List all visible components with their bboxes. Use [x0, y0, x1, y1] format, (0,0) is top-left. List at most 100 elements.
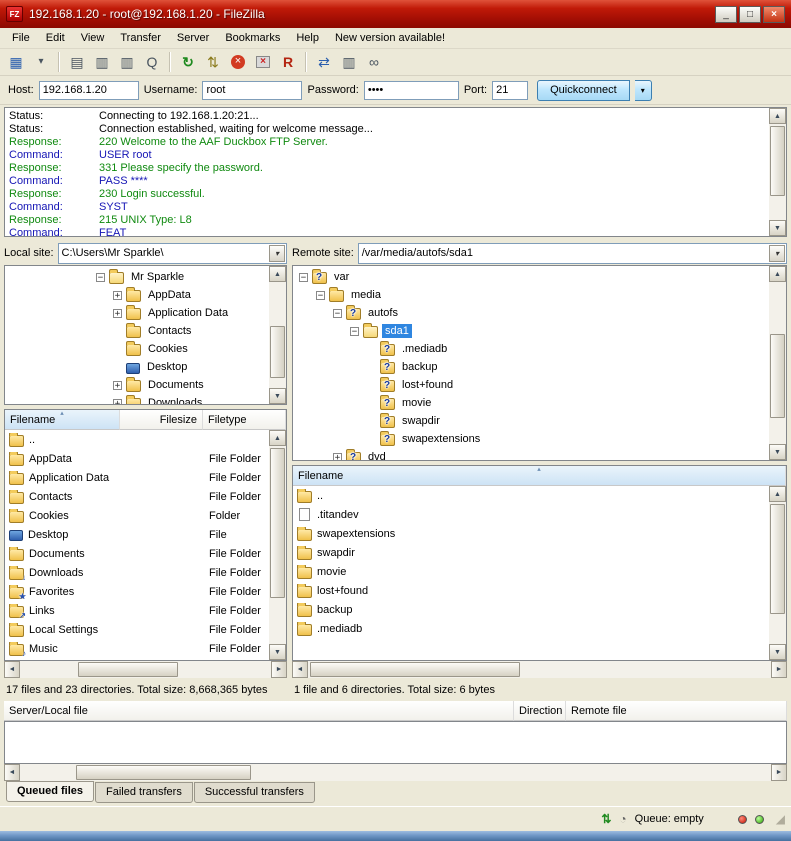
- scrollbar-track[interactable]: [769, 502, 786, 644]
- scroll-up-button[interactable]: ▲: [769, 486, 786, 502]
- username-input[interactable]: [202, 81, 302, 100]
- close-button[interactable]: ×: [763, 6, 785, 23]
- remote-tree-item-dvd[interactable]: +?dvd: [293, 448, 769, 460]
- file-row-desktop[interactable]: DesktopFile: [5, 525, 269, 544]
- scrollbar-thumb[interactable]: [270, 326, 285, 378]
- scrollbar-thumb[interactable]: [310, 662, 520, 677]
- local-tree-scrollbar[interactable]: ▲ ▼: [269, 266, 286, 404]
- toggle-message-log-button[interactable]: ▤: [65, 51, 89, 73]
- synchronized-browsing-button[interactable]: ⇄: [312, 51, 336, 73]
- tree-expander-icon[interactable]: +: [113, 309, 122, 318]
- tree-expander-icon[interactable]: −: [333, 309, 342, 318]
- scroll-left-button[interactable]: ◄: [292, 661, 308, 678]
- resize-grip[interactable]: ◢: [776, 813, 785, 826]
- menu-item-server[interactable]: Server: [169, 30, 217, 46]
- file-row-lost-found[interactable]: lost+found: [293, 581, 769, 600]
- remote-tree-item-backup[interactable]: ?backup: [293, 358, 769, 376]
- local-tree-item-desktop[interactable]: Desktop: [5, 358, 269, 376]
- scroll-down-button[interactable]: ▼: [769, 644, 786, 660]
- file-row-music[interactable]: ♪MusicFile Folder: [5, 639, 269, 658]
- scrollbar-thumb[interactable]: [76, 765, 251, 780]
- remote-tree-item-swapdir[interactable]: ?swapdir: [293, 412, 769, 430]
- tab-failed-transfers[interactable]: Failed transfers: [95, 782, 193, 803]
- file-row-backup[interactable]: backup: [293, 600, 769, 619]
- process-queue-button[interactable]: ⇅: [201, 51, 225, 73]
- menu-item-edit[interactable]: Edit: [38, 30, 73, 46]
- file-row-swapextensions[interactable]: swapextensions: [293, 524, 769, 543]
- column-header-filename[interactable]: Filename: [5, 410, 120, 430]
- scrollbar-thumb[interactable]: [270, 448, 285, 598]
- file-row-links[interactable]: ↗LinksFile Folder: [5, 601, 269, 620]
- scroll-down-button[interactable]: ▼: [269, 388, 286, 404]
- local-tree-item-contacts[interactable]: Contacts: [5, 322, 269, 340]
- tab-successful-transfers[interactable]: Successful transfers: [194, 782, 315, 803]
- reconnect-button[interactable]: R: [276, 51, 300, 73]
- column-header-remote-file[interactable]: Remote file: [566, 701, 787, 721]
- tree-expander-icon[interactable]: +: [333, 453, 342, 461]
- tree-expander-icon[interactable]: −: [350, 327, 359, 336]
- tree-expander-icon[interactable]: +: [113, 399, 122, 405]
- quickconnect-dropdown-button[interactable]: ▾: [635, 80, 652, 101]
- scroll-down-button[interactable]: ▼: [769, 444, 786, 460]
- file-row-item[interactable]: ..: [293, 486, 769, 505]
- find-files-button[interactable]: ∞: [362, 51, 386, 73]
- local-site-dropdown-button[interactable]: ▾: [269, 245, 285, 262]
- column-header-server-local-file[interactable]: Server/Local file: [4, 701, 514, 721]
- toggle-transfer-queue-button[interactable]: Q: [140, 51, 164, 73]
- scrollbar-track[interactable]: [308, 661, 771, 678]
- local-site-combobox[interactable]: C:\Users\Mr Sparkle\ ▾: [58, 243, 287, 264]
- local-tree-item-mr-sparkle[interactable]: −Mr Sparkle: [5, 268, 269, 286]
- file-row-titandev[interactable]: .titandev: [293, 505, 769, 524]
- port-input[interactable]: [492, 81, 528, 100]
- scrollbar-thumb[interactable]: [78, 662, 178, 677]
- refresh-button[interactable]: ↻: [176, 51, 200, 73]
- file-row-cookies[interactable]: CookiesFolder: [5, 506, 269, 525]
- menu-item-file[interactable]: File: [4, 30, 38, 46]
- local-tree-item-cookies[interactable]: Cookies: [5, 340, 269, 358]
- site-manager-dropdown-button[interactable]: ▾: [29, 51, 53, 73]
- tree-expander-icon[interactable]: −: [299, 273, 308, 282]
- remote-tree-item-var[interactable]: −?var: [293, 268, 769, 286]
- local-tree-item-documents[interactable]: +Documents: [5, 376, 269, 394]
- scroll-left-button[interactable]: ◄: [4, 764, 20, 781]
- file-row-favorites[interactable]: ★FavoritesFile Folder: [5, 582, 269, 601]
- file-row-downloads[interactable]: ↓DownloadsFile Folder: [5, 563, 269, 582]
- remote-tree-item-movie[interactable]: ?movie: [293, 394, 769, 412]
- file-row-movie[interactable]: movie: [293, 562, 769, 581]
- file-row-item[interactable]: ..: [5, 430, 269, 449]
- menu-item-transfer[interactable]: Transfer: [112, 30, 169, 46]
- toggle-remote-treeview-button[interactable]: ▥: [115, 51, 139, 73]
- cancel-button[interactable]: ×: [226, 51, 250, 73]
- remote-site-combobox[interactable]: /var/media/autofs/sda1 ▾: [358, 243, 787, 264]
- scrollbar-thumb[interactable]: [770, 334, 785, 418]
- remote-tree-item-media[interactable]: −media: [293, 286, 769, 304]
- scroll-right-button[interactable]: ►: [771, 661, 787, 678]
- scroll-up-button[interactable]: ▲: [269, 266, 286, 282]
- remote-site-dropdown-button[interactable]: ▾: [769, 245, 785, 262]
- local-horizontal-scrollbar[interactable]: ◄ ►: [4, 661, 287, 678]
- minimize-button[interactable]: _: [715, 6, 737, 23]
- remote-horizontal-scrollbar[interactable]: ◄ ►: [292, 661, 787, 678]
- tree-expander-icon[interactable]: +: [113, 381, 122, 390]
- local-list-scrollbar[interactable]: ▲ ▼: [269, 430, 286, 660]
- column-header-direction[interactable]: Direction: [514, 701, 566, 721]
- scroll-down-button[interactable]: ▼: [769, 220, 786, 236]
- toggle-local-treeview-button[interactable]: ▥: [90, 51, 114, 73]
- column-header-filename[interactable]: Filename: [293, 466, 786, 486]
- menu-item-view[interactable]: View: [73, 30, 113, 46]
- site-manager-button[interactable]: ▦: [4, 51, 28, 73]
- file-row-contacts[interactable]: ContactsFile Folder: [5, 487, 269, 506]
- local-tree-item-downloads[interactable]: +Downloads: [5, 394, 269, 404]
- file-row-documents[interactable]: DocumentsFile Folder: [5, 544, 269, 563]
- scroll-up-button[interactable]: ▲: [769, 266, 786, 282]
- remote-tree-item-lost-found[interactable]: ?lost+found: [293, 376, 769, 394]
- tab-queued-files[interactable]: Queued files: [6, 781, 94, 802]
- scroll-up-button[interactable]: ▲: [769, 108, 786, 124]
- remote-tree-item-sda1[interactable]: −sda1: [293, 322, 769, 340]
- remote-tree-item-swapextensions[interactable]: ?swapextensions: [293, 430, 769, 448]
- scroll-right-button[interactable]: ►: [271, 661, 287, 678]
- scrollbar-thumb[interactable]: [770, 126, 785, 196]
- remote-tree-item-mediadb[interactable]: ?.mediadb: [293, 340, 769, 358]
- log-scrollbar[interactable]: ▲ ▼: [769, 108, 786, 236]
- maximize-button[interactable]: □: [739, 6, 761, 23]
